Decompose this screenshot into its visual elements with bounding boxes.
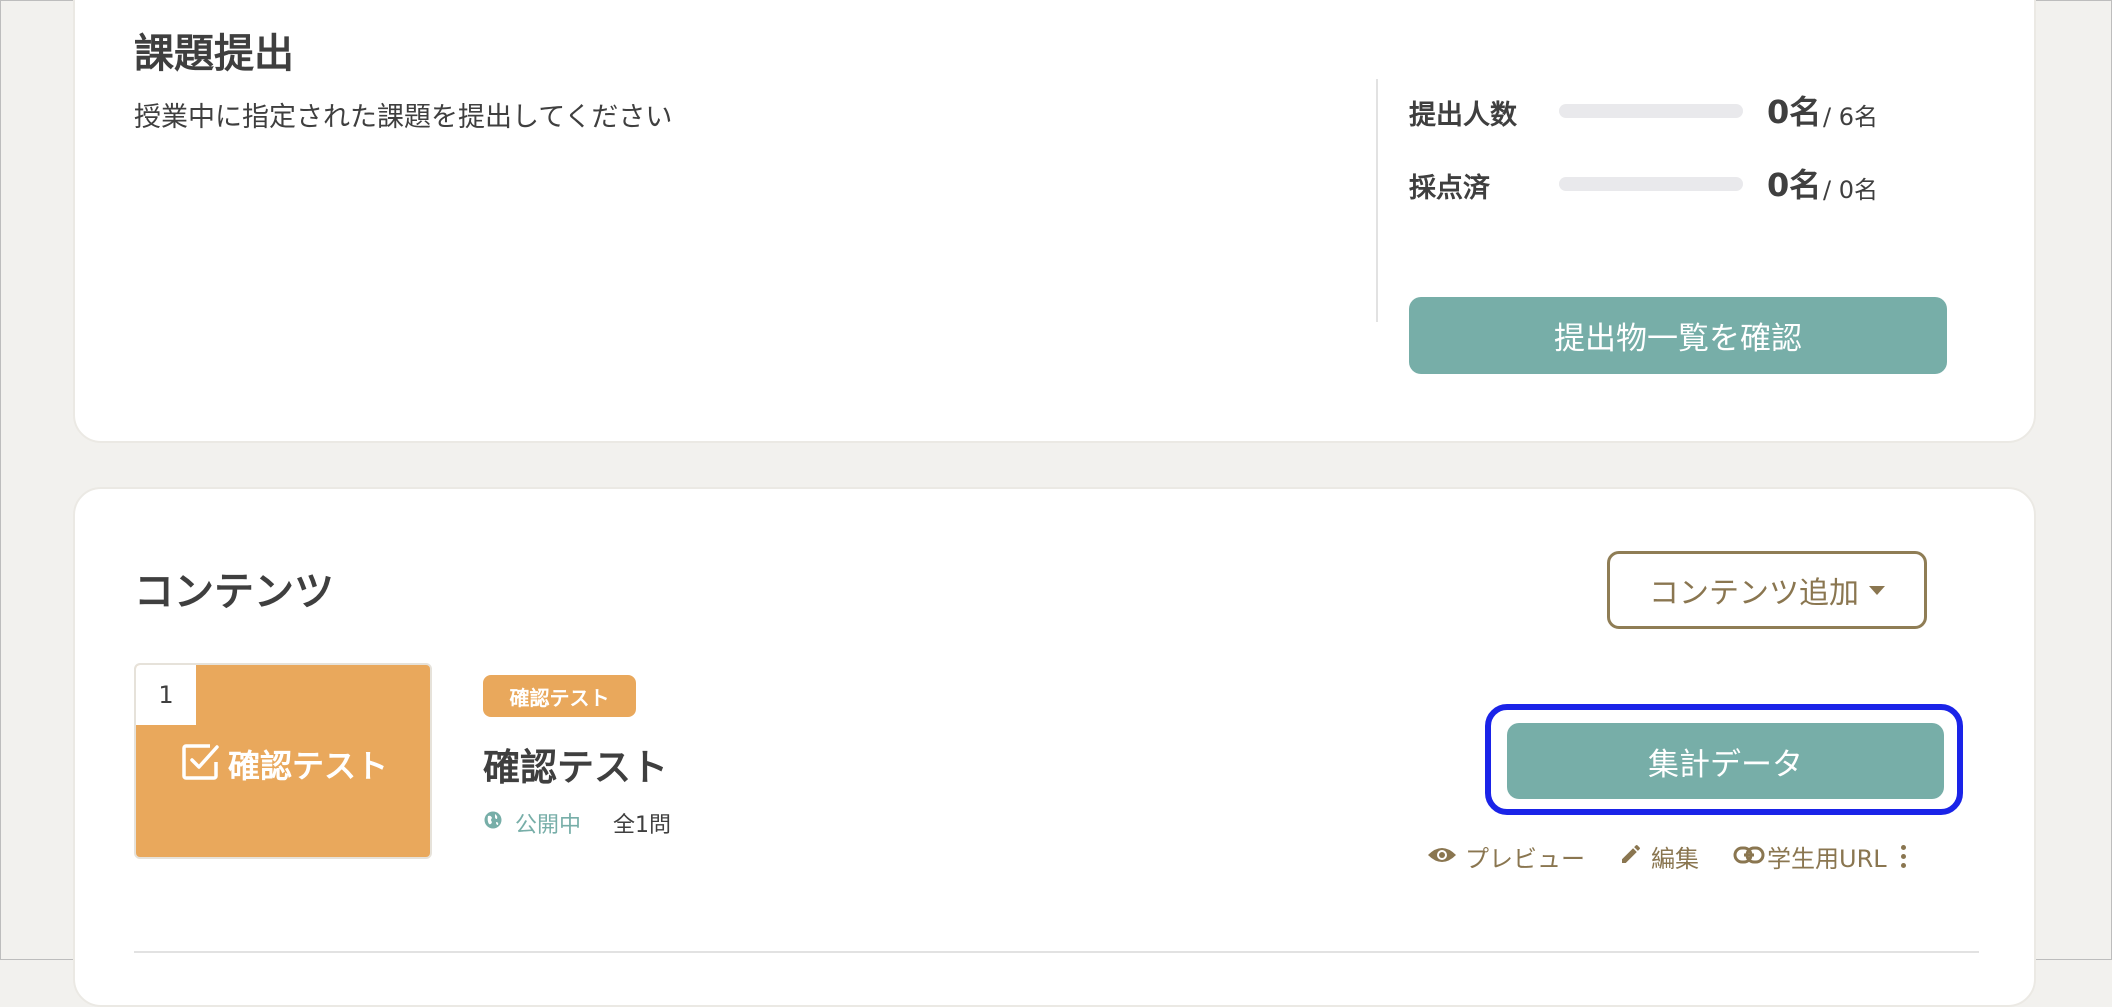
submitted-stat: 提出人数 0名 / 6名 bbox=[1409, 91, 1929, 131]
submitted-label: 提出人数 bbox=[1409, 100, 1517, 131]
edit-action[interactable]: 編集 bbox=[1619, 839, 1699, 874]
aggregate-data-button[interactable]: 集計データ bbox=[1507, 723, 1944, 799]
link-icon bbox=[1733, 843, 1765, 871]
eye-icon bbox=[1427, 843, 1457, 871]
add-content-button[interactable]: コンテンツ追加 bbox=[1607, 551, 1927, 629]
more-vertical-icon[interactable] bbox=[1900, 845, 1906, 868]
content-divider bbox=[134, 951, 1979, 953]
student-url-label: 学生用URL bbox=[1767, 845, 1887, 873]
submitted-count: 0名 bbox=[1767, 93, 1822, 131]
graded-count: 0名 bbox=[1767, 166, 1822, 204]
thumbnail-label: 確認テスト bbox=[228, 747, 389, 785]
globe-icon bbox=[483, 810, 503, 836]
content-actions: プレビュー 編集 学生用URL bbox=[1427, 839, 1906, 874]
contents-card: コンテンツ コンテンツ追加 1 確認テスト 確認テスト 確認テスト 公開中 全1… bbox=[73, 487, 2036, 1007]
assignment-description: 授業中に指定された課題を提出してください bbox=[134, 102, 673, 133]
view-submissions-button[interactable]: 提出物一覧を確認 bbox=[1409, 297, 1947, 374]
contents-title: コンテンツ bbox=[134, 569, 334, 615]
preview-action[interactable]: プレビュー bbox=[1427, 839, 1585, 874]
graded-progress-bar bbox=[1559, 177, 1743, 191]
thumbnail-label-group: 確認テスト bbox=[180, 741, 388, 787]
assignment-card: 課題提出 授業中に指定された課題を提出してください 提出人数 0名 / 6名 採… bbox=[73, 0, 2036, 443]
preview-label: プレビュー bbox=[1465, 845, 1585, 873]
content-meta: 公開中 全1問 bbox=[483, 807, 671, 839]
graded-total: / 0名 bbox=[1823, 176, 1878, 204]
add-content-label: コンテンツ追加 bbox=[1649, 576, 1859, 611]
edit-label: 編集 bbox=[1651, 845, 1699, 873]
assignment-title: 課題提出 bbox=[134, 31, 294, 77]
graded-stat: 採点済 0名 / 0名 bbox=[1409, 164, 1929, 204]
question-count: 全1問 bbox=[613, 813, 672, 838]
pencil-icon bbox=[1619, 842, 1643, 872]
content-name[interactable]: 確認テスト bbox=[483, 737, 668, 791]
content-type-badge: 確認テスト bbox=[483, 675, 636, 717]
publish-status: 公開中 bbox=[515, 813, 582, 838]
vertical-divider bbox=[1376, 79, 1378, 322]
student-url-action[interactable]: 学生用URL bbox=[1733, 839, 1887, 874]
submitted-progress-bar bbox=[1559, 104, 1743, 118]
content-thumbnail[interactable]: 1 確認テスト bbox=[134, 663, 432, 859]
graded-label: 採点済 bbox=[1409, 173, 1490, 204]
content-number: 1 bbox=[136, 665, 196, 725]
submitted-total: / 6名 bbox=[1823, 103, 1878, 131]
checkbox-icon bbox=[180, 742, 220, 786]
caret-down-icon bbox=[1869, 585, 1885, 595]
